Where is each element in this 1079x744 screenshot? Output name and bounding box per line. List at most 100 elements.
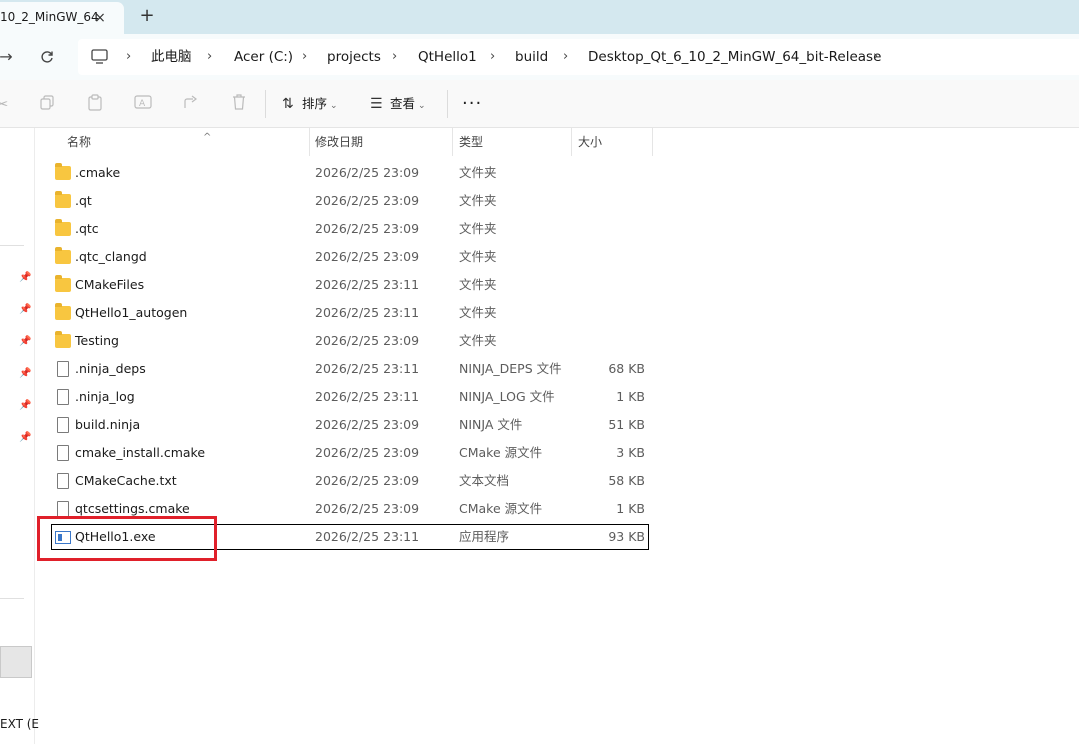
- computer-icon: [91, 49, 108, 68]
- forward-icon[interactable]: →: [0, 45, 18, 69]
- sort-menu-button[interactable]: ⇅ 排序 ⌄: [282, 92, 338, 116]
- rename-icon[interactable]: A: [133, 94, 153, 114]
- file-type: 文件夹: [459, 277, 497, 292]
- file-type: CMake 源文件: [459, 501, 543, 516]
- file-type: 文件夹: [459, 193, 497, 208]
- file-row[interactable]: build.ninja 2026/2/25 23:09 NINJA 文件 51 …: [36, 411, 656, 439]
- file-name: Testing: [75, 333, 119, 348]
- sidebar-selected-item[interactable]: [0, 646, 32, 678]
- breadcrumb-release-folder[interactable]: Desktop_Qt_6_10_2_MinGW_64_bit-Release: [588, 39, 881, 75]
- sidebar-item-drive[interactable]: EXT (E: [0, 717, 39, 731]
- file-type: 文件夹: [459, 333, 497, 348]
- new-tab-button[interactable]: +: [136, 6, 158, 28]
- folder-icon: [55, 247, 71, 264]
- folder-icon: [55, 275, 71, 292]
- view-label: 查看: [390, 96, 416, 111]
- navigation-bar: → › 此电脑 › Acer (C:) › projects › QtHello…: [0, 34, 1079, 80]
- paste-icon[interactable]: [85, 94, 105, 114]
- folder-icon: [55, 303, 71, 320]
- file-row[interactable]: QtHello1_autogen 2026/2/25 23:11 文件夹: [36, 299, 656, 327]
- file-type: NINJA 文件: [459, 417, 523, 432]
- folder-icon: [55, 163, 71, 180]
- chevron-down-icon: ⌄: [418, 101, 426, 111]
- file-name: cmake_install.cmake: [75, 445, 206, 460]
- chevron-right-icon[interactable]: ›: [873, 39, 878, 75]
- breadcrumb-projects[interactable]: projects: [327, 39, 381, 75]
- column-header-size[interactable]: 大小: [570, 128, 653, 156]
- column-name-label: 名称: [67, 135, 92, 149]
- file-row[interactable]: CMakeFiles 2026/2/25 23:11 文件夹: [36, 271, 656, 299]
- navigation-pane: 📌 📌 📌 📌 📌 📌 EXT (E: [0, 128, 39, 744]
- file-row[interactable]: .cmake 2026/2/25 23:09 文件夹: [36, 159, 656, 187]
- file-type: 文件夹: [459, 249, 497, 264]
- chevron-right-icon[interactable]: ›: [563, 39, 568, 75]
- file-row[interactable]: CMakeCache.txt 2026/2/25 23:09 文本文档 58 K…: [36, 467, 656, 495]
- file-date: 2026/2/25 23:09: [315, 445, 420, 460]
- chevron-right-icon[interactable]: ›: [302, 39, 307, 75]
- file-size: 1 KB: [616, 501, 645, 516]
- breadcrumb-drive[interactable]: Acer (C:): [234, 39, 293, 75]
- pin-icon: 📌: [19, 336, 32, 347]
- file-name: CMakeCache.txt: [75, 473, 177, 488]
- pin-icon: 📌: [19, 368, 32, 379]
- folder-icon: [55, 191, 71, 208]
- breadcrumb-this-pc[interactable]: 此电脑: [151, 39, 192, 75]
- file-name: .qtc_clangd: [75, 249, 147, 264]
- file-date: 2026/2/25 23:09: [315, 333, 420, 348]
- file-icon: [57, 445, 69, 461]
- file-name: .cmake: [75, 165, 121, 180]
- column-header: 名称 ^ 修改日期 类型 大小: [36, 128, 656, 156]
- column-header-type[interactable]: 类型: [451, 128, 572, 156]
- breadcrumb-build[interactable]: build: [515, 39, 548, 75]
- highlight-box: [37, 516, 217, 561]
- file-date: 2026/2/25 23:11: [315, 389, 420, 404]
- file-row[interactable]: .qtc 2026/2/25 23:09 文件夹: [36, 215, 656, 243]
- delete-icon[interactable]: [229, 94, 249, 114]
- copy-icon[interactable]: [37, 94, 57, 114]
- column-header-name[interactable]: 名称 ^: [59, 128, 310, 156]
- file-name: .ninja_deps: [75, 361, 146, 376]
- address-bar[interactable]: › 此电脑 › Acer (C:) › projects › QtHello1 …: [78, 39, 1079, 75]
- sidebar-divider: [0, 598, 24, 599]
- file-name: .ninja_log: [75, 389, 135, 404]
- file-name: CMakeFiles: [75, 277, 145, 292]
- file-date: 2026/2/25 23:09: [315, 417, 420, 432]
- svg-text:A: A: [139, 99, 146, 109]
- sidebar-divider: [0, 245, 24, 246]
- chevron-right-icon[interactable]: ›: [490, 39, 495, 75]
- file-row[interactable]: cmake_install.cmake 2026/2/25 23:09 CMak…: [36, 439, 656, 467]
- column-size-label: 大小: [578, 135, 603, 149]
- column-type-label: 类型: [459, 135, 484, 149]
- chevron-right-icon[interactable]: ›: [392, 39, 397, 75]
- chevron-right-icon[interactable]: ›: [207, 39, 212, 75]
- file-size: 3 KB: [616, 445, 645, 460]
- file-row[interactable]: .ninja_log 2026/2/25 23:11 NINJA_LOG 文件 …: [36, 383, 656, 411]
- close-icon[interactable]: ×: [92, 10, 108, 26]
- file-date: 2026/2/25 23:11: [315, 361, 420, 376]
- view-menu-button[interactable]: ☰ 查看 ⌄: [370, 92, 426, 116]
- file-type: NINJA_DEPS 文件: [459, 361, 562, 376]
- chevron-down-icon: ⌄: [330, 101, 338, 111]
- folder-icon: [55, 331, 71, 348]
- column-header-date[interactable]: 修改日期: [307, 128, 453, 156]
- file-row[interactable]: Testing 2026/2/25 23:09 文件夹: [36, 327, 656, 355]
- more-options-button[interactable]: ···: [462, 92, 482, 116]
- share-icon[interactable]: [181, 94, 201, 114]
- file-date: 2026/2/25 23:09: [315, 165, 420, 180]
- file-name: build.ninja: [75, 417, 141, 432]
- file-row[interactable]: .qt 2026/2/25 23:09 文件夹: [36, 187, 656, 215]
- chevron-right-icon[interactable]: ›: [126, 39, 131, 75]
- file-row[interactable]: .qtc_clangd 2026/2/25 23:09 文件夹: [36, 243, 656, 271]
- file-icon: [57, 417, 69, 433]
- cut-icon[interactable]: ✂: [0, 94, 12, 114]
- pin-icon: 📌: [19, 400, 32, 411]
- file-row[interactable]: .ninja_deps 2026/2/25 23:11 NINJA_DEPS 文…: [36, 355, 656, 383]
- refresh-icon[interactable]: [35, 45, 59, 69]
- tab-current-folder[interactable]: 10_2_MinGW_64 ×: [0, 2, 124, 34]
- file-type: 文本文档: [459, 473, 510, 488]
- file-type: NINJA_LOG 文件: [459, 389, 555, 404]
- file-type: 文件夹: [459, 165, 497, 180]
- sort-ascending-icon: ^: [203, 132, 212, 143]
- breadcrumb-qthello1[interactable]: QtHello1: [418, 39, 477, 75]
- file-size: 58 KB: [608, 473, 645, 488]
